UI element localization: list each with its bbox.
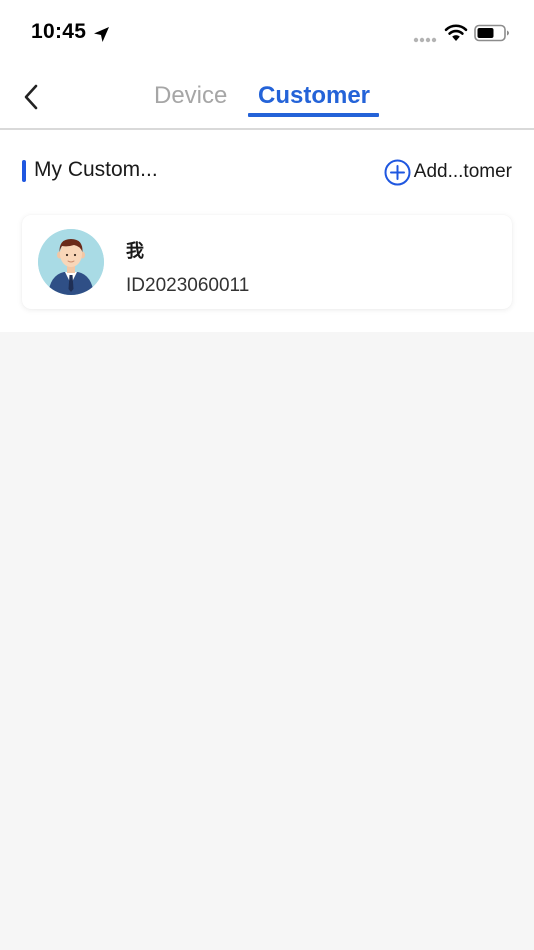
battery-icon	[474, 24, 509, 42]
status-time: 10:45	[31, 20, 87, 43]
user-avatar-icon	[38, 229, 104, 295]
tab-device[interactable]: Device	[154, 82, 227, 110]
content-area: 10:45 Device Customer My Custom... Add..…	[0, 0, 534, 332]
customer-id: ID2023060011	[126, 275, 250, 296]
avatar	[38, 229, 104, 295]
section-header: My Custom... Add...tomer	[0, 150, 534, 194]
add-customer-label: Add...tomer	[413, 161, 512, 182]
customer-card[interactable]: 我 ID2023060011	[22, 215, 512, 309]
wifi-icon	[444, 24, 468, 41]
status-bar: 10:45	[0, 0, 534, 68]
signal-dots-icon	[413, 37, 437, 43]
add-customer-button[interactable]: Add...tomer	[384, 157, 512, 187]
active-tab-indicator	[248, 113, 379, 117]
customer-name: 我	[126, 241, 144, 261]
section-title: My Custom...	[34, 158, 158, 181]
back-button[interactable]	[14, 80, 48, 114]
location-arrow-icon	[94, 27, 109, 42]
screen: 10:45 Device Customer My Custom... Add..…	[0, 0, 534, 950]
tab-customer[interactable]: Customer	[258, 82, 370, 110]
section-accent-bar	[22, 160, 26, 182]
nav-bar: Device Customer	[0, 68, 534, 130]
plus-circle-icon	[384, 159, 411, 185]
chevron-left-icon	[24, 84, 38, 110]
